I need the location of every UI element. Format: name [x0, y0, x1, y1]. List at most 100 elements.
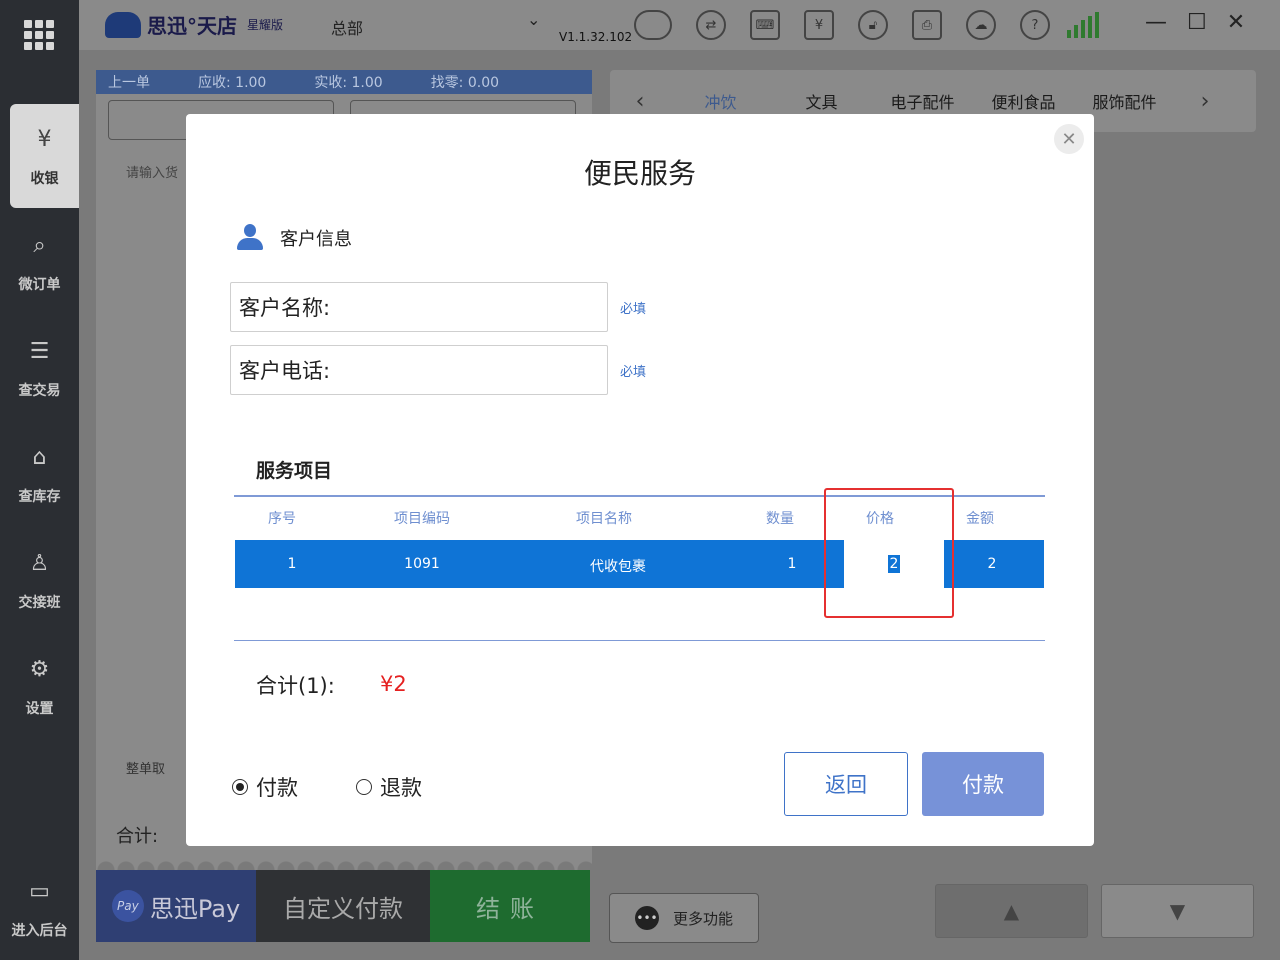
- table-bottom-divider: [234, 640, 1045, 641]
- brand-logo: 思迅°天店 星耀版: [105, 10, 283, 39]
- top-bar: 思迅°天店 星耀版 总部 ⌄ V1.1.32.102 ⇄ ⌨ ¥ 🔓︎ ⎙ ☁ …: [79, 0, 1280, 50]
- toggle-icon[interactable]: [634, 10, 672, 40]
- cell-qty: 1: [787, 556, 797, 572]
- cell-name: 代收包裹: [590, 559, 646, 575]
- maximize-icon[interactable]: ☐: [1187, 10, 1207, 35]
- signal-icon: [1067, 12, 1099, 38]
- sidebar-item-inventory[interactable]: ⌂ 查库存: [0, 422, 79, 526]
- col-header-name: 项目名称: [576, 511, 632, 527]
- customer-name-field[interactable]: 客户名称:: [230, 282, 608, 332]
- spay-label: 思迅Pay: [149, 894, 241, 923]
- dialog-title: 便民服务: [583, 157, 696, 190]
- apps-grid-icon[interactable]: [24, 20, 54, 50]
- customer-phone-field[interactable]: 客户电话:: [230, 345, 608, 395]
- lock-icon[interactable]: 🔓︎: [858, 10, 888, 40]
- back-button[interactable]: 返回: [784, 752, 908, 816]
- cloud-sync-icon[interactable]: ☁: [966, 10, 996, 40]
- radio-pay[interactable]: 付款: [232, 772, 298, 802]
- cart-total-label: 合计:: [116, 826, 159, 847]
- chevron-down-icon[interactable]: ⌄: [527, 10, 540, 29]
- receivable-amount: 应收: 1.00: [198, 75, 267, 91]
- printer-icon[interactable]: ⎙: [912, 10, 942, 40]
- cart-summary-bar: 上一单 应收: 1.00 实收: 1.00 找零: 0.00: [96, 70, 592, 94]
- sidebar-item-transactions[interactable]: ☰ 查交易: [0, 316, 79, 420]
- change-amount: 找零: 0.00: [430, 75, 500, 91]
- radio-refund-label: 退款: [380, 776, 422, 800]
- cell-index: 1: [287, 556, 297, 572]
- category-food[interactable]: 便利食品: [973, 89, 1074, 113]
- sidebar-item-label: 微订单: [18, 277, 61, 293]
- chevron-left-icon[interactable]: ‹: [610, 89, 670, 114]
- more-functions-label: 更多功能: [672, 909, 733, 928]
- pay-badge-icon: Pay: [111, 890, 144, 922]
- previous-order-link[interactable]: 上一单: [108, 72, 150, 92]
- keyboard-icon[interactable]: ⌨: [750, 10, 780, 40]
- sidebar-item-shift-handover[interactable]: ♙ 交接班: [0, 528, 79, 632]
- category-drinks[interactable]: 冲饮: [670, 89, 771, 113]
- sidebar-item-label: 收银: [30, 171, 59, 187]
- cell-code: 1091: [404, 556, 440, 572]
- category-electronics[interactable]: 电子配件: [872, 89, 973, 113]
- customer-phone-label: 客户电话:: [239, 359, 331, 383]
- sidebar-item-micro-order[interactable]: ⌕ 微订单: [0, 210, 79, 314]
- col-header-index: 序号: [268, 511, 296, 527]
- category-stationery[interactable]: 文具: [771, 89, 872, 113]
- radio-checked-icon: [232, 779, 248, 795]
- checkout-button[interactable]: 结账: [430, 870, 590, 942]
- sidebar-item-label: 交接班: [18, 595, 61, 611]
- person-icon: [236, 224, 264, 252]
- receipt-edge: [96, 854, 592, 870]
- close-icon[interactable]: ✕: [1054, 124, 1084, 154]
- sidebar-item-checkout[interactable]: ¥ 收银: [10, 104, 79, 208]
- total-label: 合计(1):: [256, 674, 335, 698]
- sidebar-item-label: 查库存: [18, 489, 61, 505]
- backend-icon: ▭: [29, 878, 50, 904]
- radio-pay-label: 付款: [256, 776, 298, 800]
- more-functions-button[interactable]: ••• 更多功能: [609, 893, 759, 943]
- inventory-icon: ⌂: [32, 444, 47, 470]
- customer-info-heading: 客户信息: [236, 224, 352, 252]
- transaction-icon: ☰: [29, 338, 50, 364]
- close-window-icon[interactable]: ✕: [1227, 10, 1245, 35]
- brand-edition: 星耀版: [247, 18, 284, 32]
- customer-name-input[interactable]: [330, 285, 607, 329]
- minimize-icon[interactable]: —: [1145, 10, 1167, 35]
- radio-unchecked-icon: [356, 779, 372, 795]
- spay-button[interactable]: Pay 思迅Pay: [96, 870, 256, 942]
- window-controls: — ☐ ✕: [1145, 10, 1245, 35]
- store-selector[interactable]: 总部: [331, 15, 363, 39]
- more-dots-icon: •••: [634, 906, 659, 930]
- customer-phone-input[interactable]: [330, 348, 607, 392]
- cell-amount: 2: [987, 556, 997, 572]
- cash-drawer-icon[interactable]: ¥: [804, 10, 834, 40]
- sidebar-item-label: 查交易: [18, 383, 61, 399]
- convenience-service-dialog: ✕ 便民服务 客户信息 客户名称: 必填 客户电话: 必填 服务项目 序号 项目…: [186, 114, 1094, 846]
- cash-register-icon: ¥: [37, 126, 52, 152]
- col-header-qty: 数量: [766, 511, 794, 527]
- version-label: V1.1.32.102: [559, 30, 633, 44]
- service-items-heading: 服务项目: [256, 460, 333, 482]
- sidebar-item-settings[interactable]: ⚙ 设置: [0, 634, 79, 738]
- brand-name: 思迅°天店: [147, 14, 237, 38]
- sidebar-item-backend[interactable]: ▭ 进入后台: [0, 856, 79, 960]
- chevron-right-icon[interactable]: ›: [1175, 89, 1235, 114]
- triangle-up-icon: ▲: [1003, 899, 1020, 923]
- payment-bar: Pay 思迅Pay 自定义付款 结账: [96, 870, 590, 942]
- pay-button[interactable]: 付款: [922, 752, 1044, 816]
- col-header-amount: 金额: [966, 511, 994, 527]
- scroll-up-button[interactable]: ▲: [935, 884, 1088, 938]
- toolbar-icons: ⇄ ⌨ ¥ 🔓︎ ⎙ ☁ ?: [634, 10, 1050, 40]
- custom-payment-button[interactable]: 自定义付款: [256, 870, 430, 942]
- price-highlight-box: [824, 488, 954, 618]
- help-icon[interactable]: ?: [1020, 10, 1050, 40]
- radio-refund[interactable]: 退款: [356, 772, 422, 802]
- required-hint: 必填: [620, 302, 647, 317]
- category-apparel[interactable]: 服饰配件: [1074, 89, 1175, 113]
- customer-name-label: 客户名称:: [239, 296, 331, 320]
- clear-order-button[interactable]: 整单取: [126, 758, 165, 777]
- switch-icon[interactable]: ⇄: [696, 10, 726, 40]
- order-icon: ⌕: [33, 232, 46, 258]
- scroll-down-button[interactable]: ▼: [1101, 884, 1254, 938]
- received-amount: 实收: 1.00: [314, 75, 383, 91]
- required-hint: 必填: [620, 365, 647, 380]
